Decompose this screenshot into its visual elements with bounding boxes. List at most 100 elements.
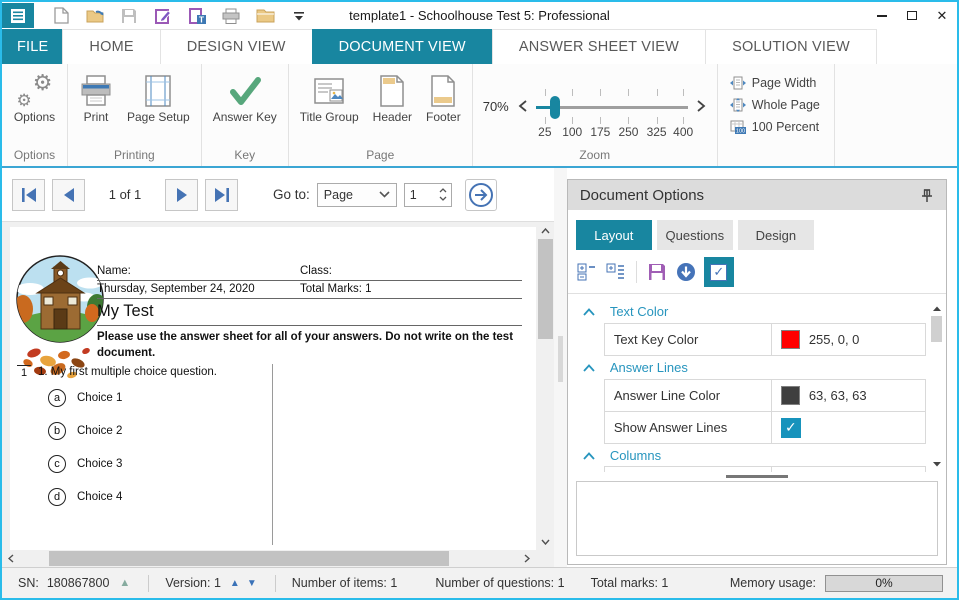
zoom-out-chevron[interactable] [517,99,528,113]
tab-home[interactable]: HOME [62,29,160,64]
whole-page-button[interactable]: Whole Page [730,94,820,116]
close-button[interactable]: ✕ [927,2,957,29]
save-icon [121,8,137,24]
show-answer-lines-row[interactable]: Show Answer Lines ✓ [604,411,926,444]
tab-solution-view[interactable]: SOLUTION VIEW [705,29,877,64]
ribbon-group-zoom: 70% 25 100 175 250 325 400 [473,64,718,166]
page-number-input[interactable] [405,184,436,206]
first-page-button[interactable] [12,179,45,211]
hundred-percent-icon: 100 [730,120,746,134]
scroll-down-arrow[interactable] [537,533,554,550]
show-answer-lines-checkbox[interactable]: ✓ [781,418,801,438]
version-up-icon[interactable]: ▲ [230,578,240,589]
maximize-button[interactable] [897,2,927,29]
minimize-button[interactable] [867,2,897,29]
checkbox-mode-icon: ✓ [710,264,727,281]
options-button[interactable]: ⚙⚙ Options [9,70,60,127]
tab-answer-sheet-view[interactable]: ANSWER SHEET VIEW [492,29,706,64]
header-button[interactable]: Header [368,70,417,127]
app-menu-button[interactable] [2,3,34,28]
main-area: 1 of 1 Go to: Page [2,168,957,567]
hundred-percent-button[interactable]: 100 100 Percent [730,116,820,138]
new-from-template-button[interactable]: T [180,2,214,29]
print-button[interactable] [214,2,248,29]
version-down-icon[interactable]: ▼ [247,578,257,589]
folder-button[interactable] [248,2,282,29]
sn-up-arrow-icon[interactable]: ▲ [119,577,130,589]
text-key-color-row[interactable]: Text Key Color 255, 0, 0 [604,323,926,356]
spin-down-icon[interactable] [439,196,447,201]
group-label-key: Key [208,147,282,166]
props-scroll-thumb[interactable] [931,316,942,342]
expand-all-button[interactable] [605,261,627,283]
save-defaults-button[interactable] [646,261,668,283]
open-button[interactable] [78,2,112,29]
section-text-color[interactable]: Text Color [576,300,926,323]
answer-line-color-swatch[interactable] [781,386,800,405]
section-columns[interactable]: Columns [576,444,926,467]
panel-tab-design[interactable]: Design [738,220,814,250]
go-arrow-icon [468,182,494,208]
horizontal-scrollbar[interactable] [2,550,554,567]
panel-tab-questions[interactable]: Questions [657,220,733,250]
props-scroll-up[interactable] [930,302,943,314]
next-page-button[interactable] [165,179,198,211]
goto-type-dropdown[interactable]: Page [317,183,397,207]
collapse-all-button[interactable] [576,261,598,283]
previous-page-button[interactable] [52,179,85,211]
page-number-spinner[interactable] [404,183,452,207]
test-title: My Test [97,299,522,326]
title-group-button[interactable]: Title Group [295,70,364,127]
page-setup-button[interactable]: Page Setup [122,70,195,127]
document-date: Thursday, September 24, 2020 [97,283,255,295]
save-button[interactable] [112,2,146,29]
last-page-button[interactable] [205,179,238,211]
zoom-in-chevron[interactable] [696,99,707,113]
vertical-scroll-thumb[interactable] [538,239,553,339]
text-key-color-swatch[interactable] [781,330,800,349]
footer-button[interactable]: Footer [421,70,466,127]
first-page-icon [20,187,38,203]
panel-tab-layout[interactable]: Layout [576,220,652,250]
ribbon-tab-bar: FILE HOME DESIGN VIEW DOCUMENT VIEW ANSW… [2,29,957,64]
edit-test-button[interactable] [146,2,180,29]
collapse-chevron-icon[interactable] [583,452,595,460]
pin-icon[interactable] [920,188,934,203]
properties-scrollbar[interactable] [930,302,943,470]
props-scroll-down[interactable] [930,458,943,470]
section-answer-lines[interactable]: Answer Lines [576,356,926,379]
group-label-page: Page [295,147,466,166]
new-document-button[interactable] [44,2,78,29]
app-window: T template1 - Schoolhouse Test 5: Profes… [0,0,959,600]
spin-up-icon[interactable] [439,188,447,193]
zoom-slider[interactable]: 25 100 175 250 325 400 [536,77,688,139]
scroll-right-arrow[interactable] [519,550,536,567]
splitter-grip[interactable] [558,336,563,382]
spinner-arrows[interactable] [436,184,451,206]
print-ribbon-button[interactable]: Print [74,70,118,127]
panel-tab-bar: Layout Questions Design [568,210,946,257]
collapse-chevron-icon[interactable] [583,308,595,316]
scroll-left-arrow[interactable] [2,550,19,567]
load-defaults-button[interactable] [675,261,697,283]
horizontal-scroll-thumb[interactable] [49,551,449,566]
checkbox-mode-button[interactable]: ✓ [704,257,734,287]
tab-document-view[interactable]: DOCUMENT VIEW [312,29,493,64]
toolbar-separator [636,261,637,283]
answer-key-button[interactable]: Answer Key [208,70,282,127]
tab-file[interactable]: FILE [2,29,63,64]
scroll-up-arrow[interactable] [537,222,554,239]
page-width-button[interactable]: Page Width [730,72,820,94]
customize-toolbar-button[interactable] [282,2,316,29]
zoom-slider-thumb[interactable] [550,96,560,119]
template-icon: T [189,8,206,24]
answer-line-color-row[interactable]: Answer Line Color 63, 63, 63 [604,379,926,412]
go-button[interactable] [465,179,497,211]
description-splitter-grip[interactable] [726,475,788,478]
panel-splitter[interactable] [554,168,567,567]
tab-design-view[interactable]: DESIGN VIEW [160,29,313,64]
description-splitter[interactable] [568,472,946,481]
layout-properties: Text Color Text Key Color 255, 0, 0 Answ… [568,294,946,472]
collapse-chevron-icon[interactable] [583,364,595,372]
vertical-scrollbar[interactable] [537,222,554,550]
